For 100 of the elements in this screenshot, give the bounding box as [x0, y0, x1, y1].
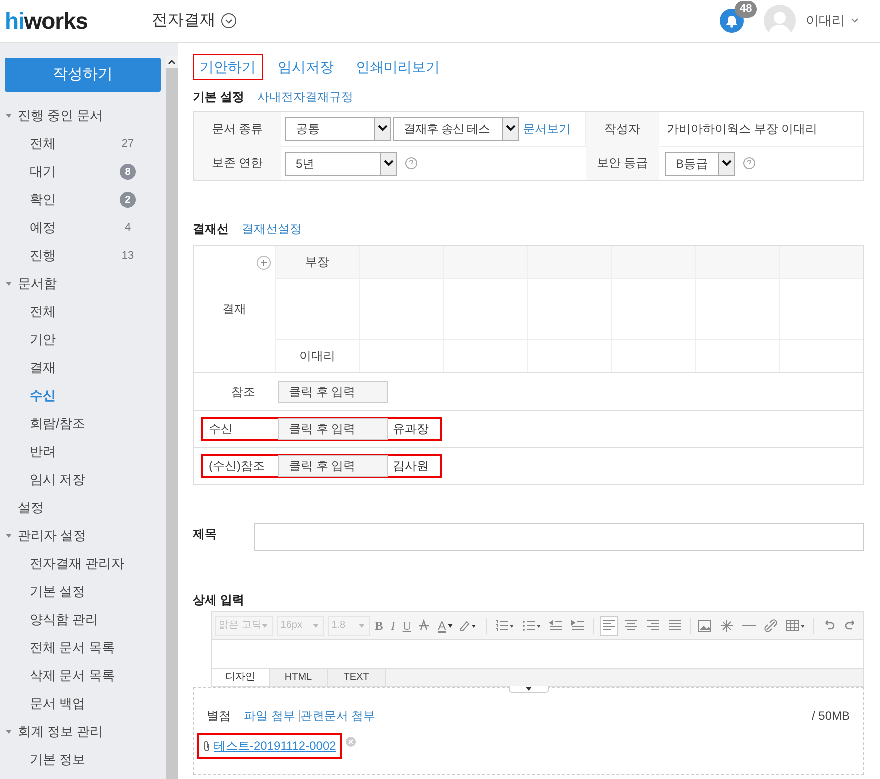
sidebar-item[interactable]: 기본 정보 — [0, 746, 166, 774]
rules-link[interactable]: 사내전자결재규정 — [257, 88, 354, 106]
caret-down-icon — [359, 624, 366, 628]
logo: hiworks — [5, 6, 89, 36]
field-label: 보안 등급 — [586, 146, 659, 180]
align-left-icon — [602, 618, 616, 632]
bell-icon — [726, 14, 738, 28]
doc-view-link[interactable]: 문서보기 — [523, 120, 571, 138]
retention-select[interactable]: 5년 — [285, 152, 397, 176]
compose-button[interactable]: 작성하기 — [5, 58, 161, 92]
item-count: 13 — [120, 248, 136, 264]
outdent-icon — [548, 618, 563, 632]
add-button[interactable] — [257, 256, 271, 270]
attach-link[interactable]: 파일 첨부 — [244, 707, 296, 725]
sidebar-item[interactable]: 대기 8 — [0, 158, 166, 186]
field-label: 결재 — [222, 301, 246, 318]
sidebar-item[interactable]: 삭제 문서 목록 — [0, 662, 166, 690]
image-icon — [698, 618, 712, 632]
notification-badge: 48 — [735, 1, 758, 18]
chevron-down-icon — [722, 160, 732, 168]
sidebar-item[interactable]: 진행 13 — [0, 242, 166, 270]
sidebar-item[interactable]: 확인 2 — [0, 186, 166, 214]
approval-settings-link[interactable]: 결재선설정 — [242, 220, 302, 238]
field-label: 제목 — [193, 526, 218, 543]
sidebar-item[interactable]: 기본 설정 — [0, 578, 166, 606]
sidebar-item[interactable]: 회람/참조 — [0, 410, 166, 438]
field-label: 작성자 — [586, 112, 659, 146]
recipient-name: 김사원 — [392, 458, 430, 475]
sidebar-item[interactable]: 예정 4 — [0, 214, 166, 242]
editor-tab[interactable]: 디자인 — [212, 669, 270, 686]
field-label: (수신)참조 — [208, 458, 266, 475]
section-title: 기본 설정 — [193, 89, 244, 106]
field-label: 수신 — [208, 421, 234, 438]
sidebar-item[interactable]: 전자결재 관리자 — [0, 550, 166, 578]
caret-down-icon — [448, 624, 454, 628]
attach-link[interactable]: 관련문서 첨부 — [300, 707, 376, 725]
sidebar-group-label[interactable]: 진행 중인 문서 — [18, 106, 104, 126]
justify-icon — [668, 618, 682, 632]
marker-icon — [459, 618, 478, 632]
approver-name: 이대리 — [298, 348, 336, 365]
table-icon — [786, 618, 806, 632]
help-icon — [743, 157, 756, 170]
recipient-name: 유과장 — [392, 421, 430, 438]
resize-handle[interactable] — [508, 686, 548, 693]
chevron-down-icon — [506, 125, 516, 133]
item-count: 4 — [124, 220, 132, 236]
sidebar-item[interactable]: 전체 문서 목록 — [0, 634, 166, 662]
action-link[interactable]: 임시저장 — [271, 54, 341, 80]
help-icon — [405, 157, 418, 170]
caret-down-icon — [221, 13, 237, 29]
section-title: 상세 입력 — [193, 592, 246, 609]
sidebar-group-label[interactable]: 관리자 설정 — [18, 526, 87, 546]
bullet-list-icon — [522, 618, 541, 632]
field-label: 보존 연한 — [194, 146, 281, 180]
remove-icon — [346, 737, 356, 747]
field-label: 문서 종류 — [194, 112, 281, 146]
doc-form-select[interactable]: 결재후 송신 테스 — [393, 117, 519, 141]
user-name[interactable]: 이대리 — [806, 11, 845, 31]
sidebar-item[interactable]: 기안 — [0, 326, 166, 354]
action-link[interactable]: 기안하기 — [193, 54, 263, 80]
sidebar-item[interactable]: 문서 백업 — [0, 690, 166, 718]
sidebar-group-label[interactable]: 문서함 — [18, 274, 57, 294]
indent-icon — [570, 618, 585, 632]
subject-input[interactable] — [254, 523, 864, 551]
numbered-list-icon — [494, 618, 514, 632]
action-link[interactable]: 인쇄미리보기 — [349, 54, 447, 80]
approver-position: 부장 — [276, 246, 359, 278]
sidebar-item[interactable]: 전체 27 — [0, 130, 166, 158]
sidebar-item[interactable]: 임시 저장 — [0, 466, 166, 494]
section-title: 결재선 — [193, 221, 229, 238]
author-value: 가비아하이웍스 부장 이대리 — [666, 121, 819, 138]
sidebar-group-label[interactable]: 회계 정보 관리 — [18, 722, 104, 742]
caret-down-icon — [312, 624, 319, 628]
security-select[interactable]: B등급 — [665, 152, 735, 176]
chevron-down-icon — [384, 160, 394, 168]
doc-type-select[interactable]: 공통 — [285, 117, 391, 141]
app-title: 전자결재 — [152, 11, 216, 31]
avatar-icon — [764, 5, 796, 37]
sidebar-item[interactable]: 전체 — [0, 298, 166, 326]
chevron-down-icon — [378, 125, 388, 133]
align-center-icon — [624, 618, 638, 632]
sidebar-item[interactable]: 반려 — [0, 438, 166, 466]
sidebar-item[interactable]: 양식함 관리 — [0, 606, 166, 634]
field-label: 참조 — [230, 384, 256, 400]
horizontal-rule-icon — [742, 624, 756, 626]
count-badge: 8 — [120, 164, 136, 180]
paperclip-icon — [203, 740, 211, 752]
recipient-button[interactable]: 클릭 후 입력 — [278, 455, 388, 477]
caret-down-icon — [262, 624, 268, 628]
sidebar-item[interactable]: 설정 — [0, 494, 166, 522]
field-label: 별첨 — [207, 708, 231, 725]
recipient-button[interactable]: 클릭 후 입력 — [278, 380, 388, 402]
sidebar-item[interactable]: 결재 — [0, 354, 166, 382]
align-right-icon — [646, 618, 660, 632]
toolbar-button[interactable] — [600, 616, 618, 636]
link-icon — [764, 618, 778, 632]
asterisk-icon — [720, 618, 734, 632]
scrollbar[interactable] — [166, 56, 178, 779]
recipient-button[interactable]: 클릭 후 입력 — [278, 418, 388, 440]
count-badge: 2 — [120, 192, 136, 208]
